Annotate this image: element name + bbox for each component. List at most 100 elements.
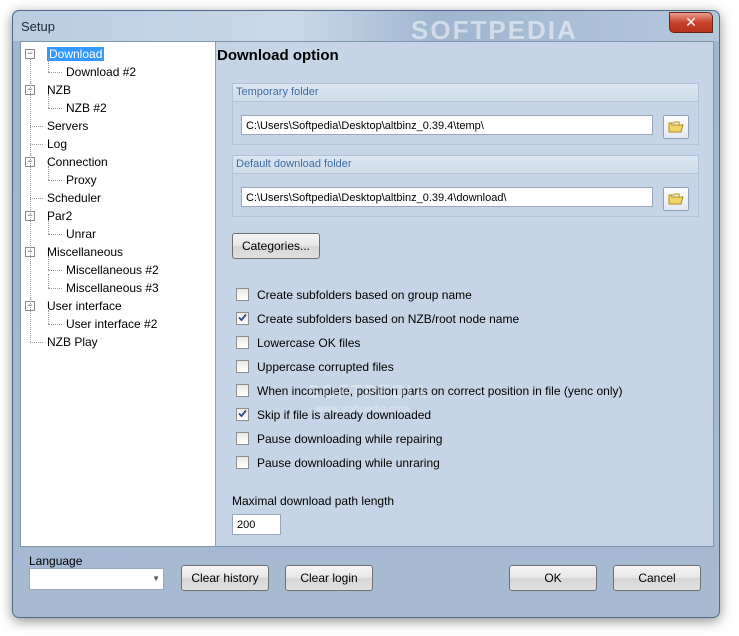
tree-connector: [48, 166, 49, 180]
tree-connector: [30, 144, 43, 145]
checkbox[interactable]: [236, 456, 249, 469]
tree-item[interactable]: Unrar: [66, 225, 96, 243]
close-button[interactable]: ✕: [669, 12, 713, 33]
folder-icon: [668, 193, 684, 205]
title-bar[interactable]: Setup SOFTPEDIA ✕: [13, 11, 719, 45]
tree-item[interactable]: Miscellaneous #2: [66, 261, 159, 279]
tree-item[interactable]: Download #2: [66, 63, 136, 81]
options-tree[interactable]: − Download Download #2− NZB NZB #2 Servers Log…: [21, 42, 216, 546]
tree-item-label: NZB: [47, 83, 71, 97]
checkmark-icon: [238, 313, 247, 322]
option-label: Pause downloading while repairing: [257, 432, 443, 446]
option-label: Uppercase corrupted files: [257, 360, 394, 374]
window-title: Setup: [21, 19, 55, 34]
clear-login-button[interactable]: Clear login: [285, 565, 373, 591]
tree-item[interactable]: Connection: [47, 153, 108, 171]
tree-item[interactable]: NZB #2: [66, 99, 107, 117]
tree-item-label: NZB #2: [66, 101, 107, 115]
center-watermark-url: www.softpedia.com: [316, 404, 410, 415]
tree-item-label: Proxy: [66, 173, 97, 187]
close-icon: ✕: [685, 14, 697, 30]
checkbox[interactable]: [236, 360, 249, 373]
tree-item-label: Connection: [47, 155, 108, 169]
page-title: Download option: [217, 47, 339, 64]
tree-connector: [48, 58, 49, 72]
tree-item-label: Download #2: [66, 65, 137, 79]
tree-item[interactable]: NZB Play: [47, 333, 98, 351]
tree-item[interactable]: Servers: [47, 117, 88, 135]
tree-item-label: Miscellaneous #3: [66, 281, 159, 295]
tree-connector: [48, 220, 49, 234]
language-label: Language: [29, 554, 83, 568]
folder-icon: [668, 121, 684, 133]
download-folder-group: Default download folder C:\Users\Softped…: [232, 155, 699, 217]
tree-item[interactable]: Proxy: [66, 171, 97, 189]
tree-connector: [48, 324, 62, 325]
chevron-down-icon[interactable]: ▼: [152, 574, 160, 583]
tree-item[interactable]: User interface: [47, 297, 122, 315]
tree-connector: [48, 270, 62, 271]
download-folder-label: Default download folder: [233, 156, 698, 174]
temp-folder-group: Temporary folder C:\Users\Softpedia\Desk…: [232, 83, 699, 145]
options-panel: Download option Temporary folder C:\User…: [216, 42, 713, 546]
tree-item-label: Par2: [47, 209, 73, 223]
tree-item-label: User interface: [47, 299, 122, 313]
tree-connector: [48, 274, 49, 288]
tree-connector: [30, 342, 43, 343]
tree-item[interactable]: NZB: [47, 81, 71, 99]
option-label: Create subfolders based on NZB/root node…: [257, 312, 520, 326]
tree-connector: [48, 288, 62, 289]
checkbox[interactable]: [236, 288, 249, 301]
temp-folder-input[interactable]: C:\Users\Softpedia\Desktop\altbinz_0.39.…: [241, 115, 653, 135]
tree-item[interactable]: Log: [47, 135, 67, 153]
max-path-input[interactable]: 200: [232, 514, 281, 535]
tree-item[interactable]: Scheduler: [47, 189, 101, 207]
tree-item-label: Unrar: [66, 227, 97, 241]
tree-item[interactable]: Par2: [47, 207, 72, 225]
max-path-label: Maximal download path length: [232, 494, 395, 508]
temp-folder-label: Temporary folder: [233, 84, 698, 102]
checkbox-checked[interactable]: [236, 312, 249, 325]
ok-button[interactable]: OK: [509, 565, 597, 591]
option-label: Lowercase OK files: [257, 336, 361, 350]
tree-connector: [48, 72, 62, 73]
tree-connector: [48, 94, 49, 108]
language-select[interactable]: ▼: [29, 568, 164, 590]
checkmark-icon: [238, 409, 247, 418]
tree-item[interactable]: User interface #2: [66, 315, 157, 333]
tree-item[interactable]: Miscellaneous: [47, 243, 123, 261]
tree-item[interactable]: Download: [47, 45, 105, 63]
option-label: Pause downloading while unraring: [257, 456, 440, 470]
setup-window: Setup SOFTPEDIA ✕ − Download Download #2− N…: [12, 10, 720, 618]
checkbox[interactable]: [236, 384, 249, 397]
tree-connector: [48, 180, 62, 181]
tree-item-label: Scheduler: [47, 191, 102, 205]
tree-connector: [30, 126, 43, 127]
download-folder-browse-button[interactable]: [663, 187, 689, 211]
tree-item-label: Miscellaneous: [47, 245, 124, 259]
tree-connector: [30, 58, 31, 342]
checkbox-checked[interactable]: [236, 408, 249, 421]
cancel-button[interactable]: Cancel: [613, 565, 701, 591]
tree-item-label: Download: [47, 47, 105, 61]
checkbox[interactable]: [236, 432, 249, 445]
tree-item-label: NZB Play: [47, 335, 98, 349]
option-label: Create subfolders based on group name: [257, 288, 472, 302]
tree-connector: [48, 310, 49, 324]
categories-button[interactable]: Categories...: [232, 233, 320, 259]
tree-item[interactable]: Miscellaneous #3: [66, 279, 159, 297]
tree-item-label: User interface #2: [66, 317, 158, 331]
tree-item-label: Servers: [47, 119, 89, 133]
tree-item-label: Log: [47, 137, 68, 151]
center-watermark: SOFTPEDIA: [308, 382, 430, 402]
tree-connector: [30, 198, 43, 199]
tree-connector: [48, 256, 49, 270]
download-folder-input[interactable]: C:\Users\Softpedia\Desktop\altbinz_0.39.…: [241, 187, 653, 207]
clear-history-button[interactable]: Clear history: [181, 565, 269, 591]
tree-connector: [48, 108, 62, 109]
tree-connector: [48, 234, 62, 235]
checkbox[interactable]: [236, 336, 249, 349]
tree-item-label: Miscellaneous #2: [66, 263, 159, 277]
temp-folder-browse-button[interactable]: [663, 115, 689, 139]
client-area: − Download Download #2− NZB NZB #2 Servers Log…: [20, 41, 714, 547]
